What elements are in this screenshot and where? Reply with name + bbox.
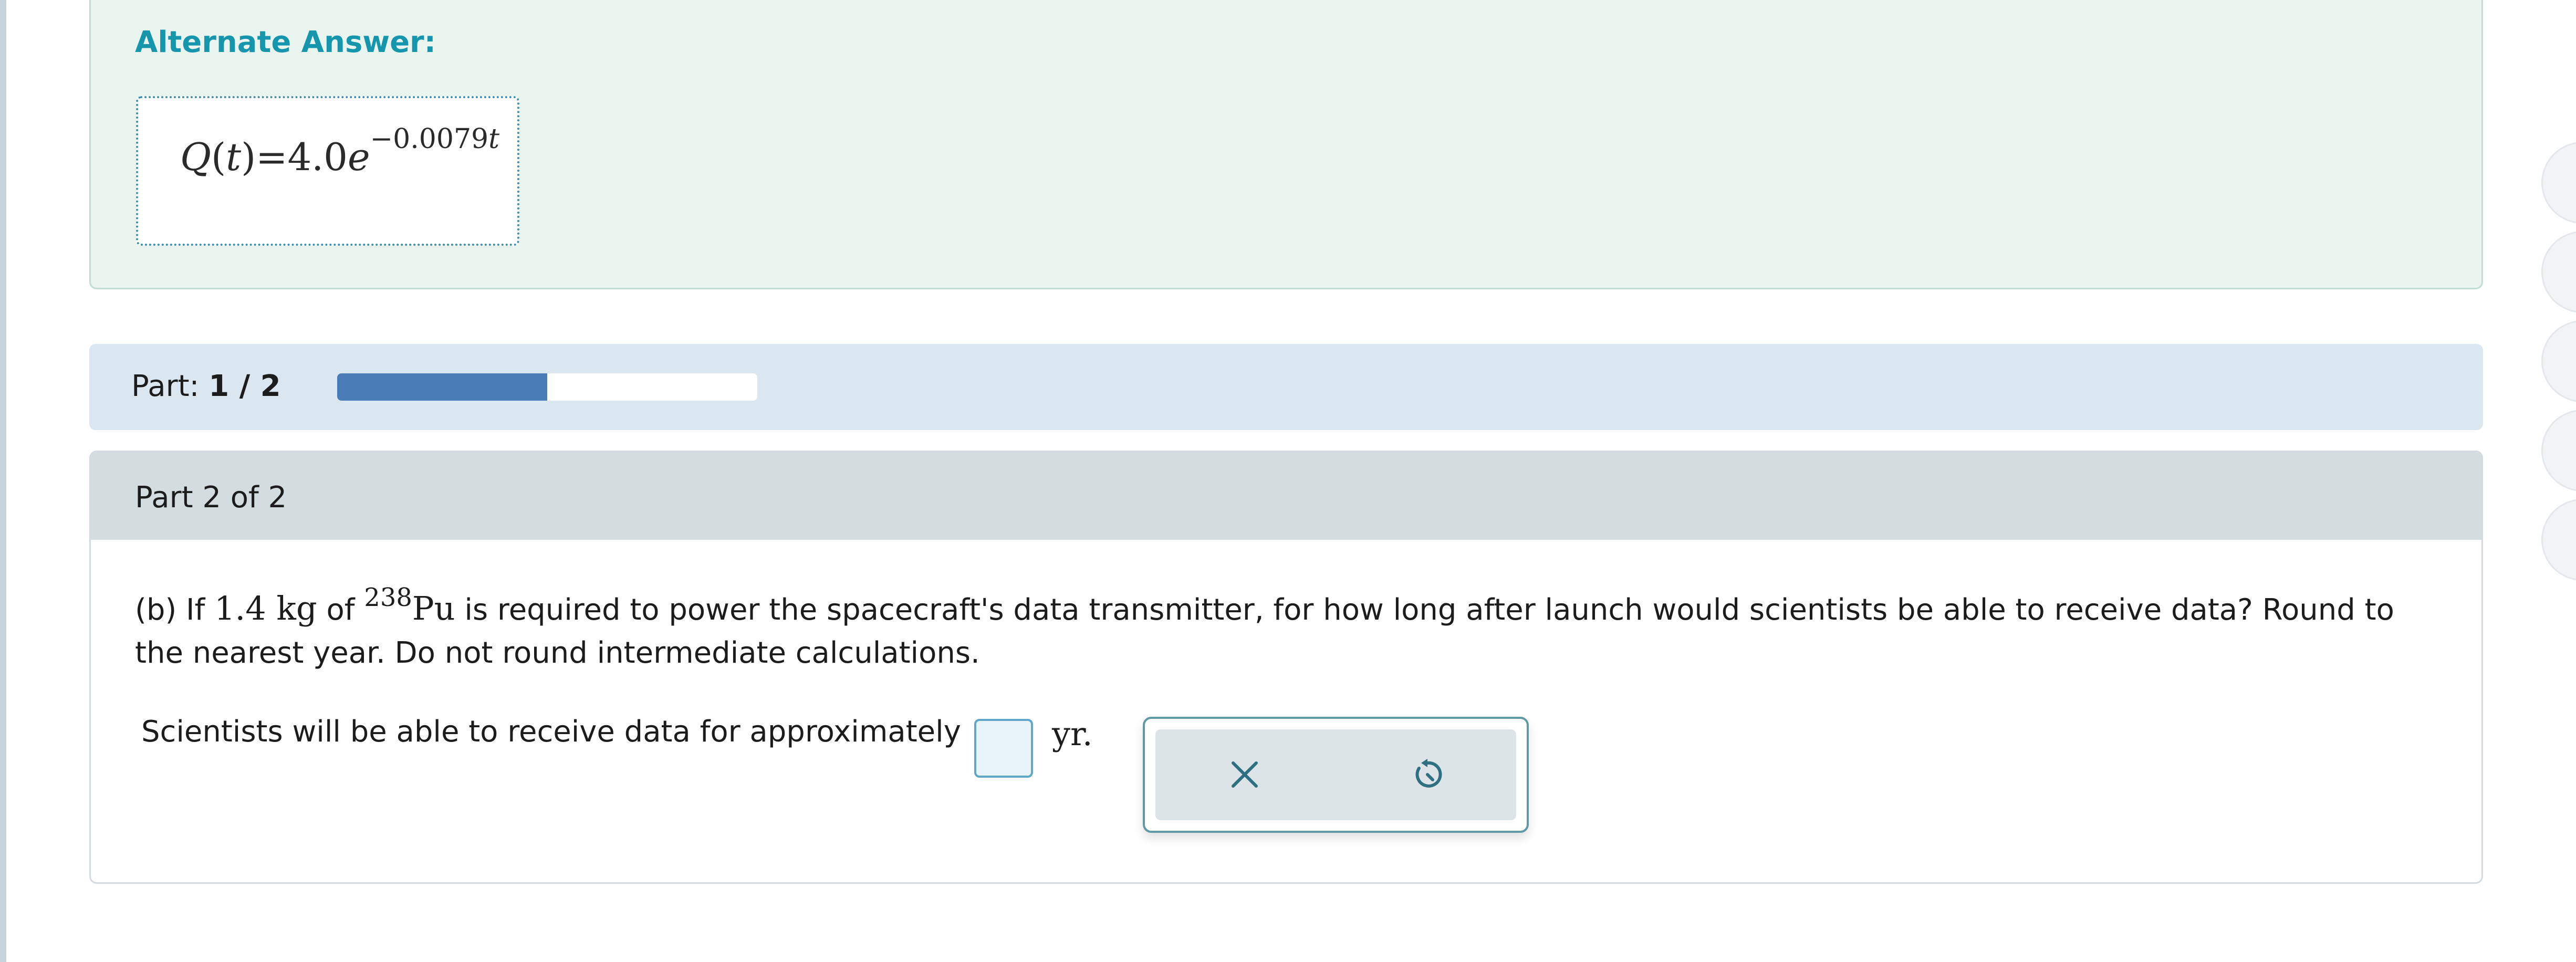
answer-tools-panel	[1143, 717, 1529, 833]
side-tab[interactable]	[2541, 142, 2576, 224]
side-tab[interactable]	[2541, 320, 2576, 402]
answer-tools-inner	[1155, 729, 1516, 820]
question-card: Part 2 of 2 (b) If 1.4 kg of 238Pu is re…	[89, 451, 2483, 884]
undo-icon	[1415, 759, 1442, 788]
alternate-answer-equation: Q(t)=4.0e−0.0079t	[180, 123, 500, 179]
answer-input[interactable]	[974, 719, 1033, 778]
close-icon	[1232, 761, 1258, 788]
right-side-tabs	[2541, 0, 2576, 962]
alternate-answer-title: Alternate Answer:	[135, 25, 436, 59]
alternate-answer-panel: Alternate Answer: Q(t)=4.0e−0.0079t	[89, 0, 2483, 289]
question-text: (b) If 1.4 kg of 238Pu is required to po…	[135, 583, 2394, 670]
unit-label: yr.	[1052, 715, 1093, 753]
progress-fill	[337, 373, 547, 401]
progress-track	[337, 373, 757, 401]
side-tab[interactable]	[2541, 410, 2576, 492]
part-title: Part 2 of 2	[135, 480, 287, 515]
card-header: Part 2 of 2	[91, 452, 2481, 540]
part-progress-label: Part: 1 / 2	[131, 369, 281, 403]
left-rail	[0, 0, 6, 962]
alternate-answer-box: Q(t)=4.0e−0.0079t	[136, 96, 519, 246]
side-tab[interactable]	[2541, 499, 2576, 581]
clear-button[interactable]	[1218, 748, 1271, 801]
side-tab[interactable]	[2541, 231, 2576, 313]
part-progress-bar: Part: 1 / 2	[89, 344, 2483, 430]
undo-button[interactable]	[1401, 748, 1454, 801]
answer-sentence: Scientists will be able to receive data …	[141, 715, 961, 749]
